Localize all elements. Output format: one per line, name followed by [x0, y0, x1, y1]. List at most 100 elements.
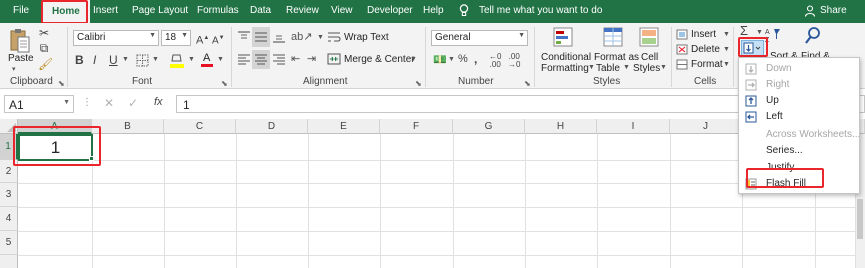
- tab-page-layout[interactable]: Page Layout: [132, 5, 188, 16]
- chevron-down-icon[interactable]: ▼: [448, 56, 455, 63]
- font-dialog-launcher-icon[interactable]: ⬊: [221, 79, 228, 88]
- tab-insert[interactable]: Insert: [93, 5, 118, 16]
- clipboard-dialog-launcher-icon[interactable]: ⬊: [58, 79, 65, 88]
- number-format-combo[interactable]: General ▼: [431, 30, 528, 46]
- format-as-table-button[interactable]: Format as: [594, 52, 639, 63]
- cancel-entry-icon[interactable]: ✕: [104, 96, 114, 110]
- alignment-dialog-launcher-icon[interactable]: ⬊: [415, 79, 422, 88]
- decrease-font-icon[interactable]: A▼: [212, 31, 225, 48]
- paste-button[interactable]: Paste: [8, 53, 34, 64]
- fill-button[interactable]: [741, 40, 764, 56]
- tab-developer[interactable]: Developer: [367, 5, 413, 16]
- row-header-6[interactable]: [0, 255, 18, 268]
- column-header-g[interactable]: G: [453, 119, 525, 134]
- name-box[interactable]: A1 ▼: [4, 95, 74, 113]
- column-header-f[interactable]: F: [380, 119, 453, 134]
- conditional-formatting-button[interactable]: Conditional: [541, 52, 591, 63]
- tab-data[interactable]: Data: [250, 5, 271, 16]
- align-center-button[interactable]: [252, 50, 270, 69]
- tab-file[interactable]: File: [13, 5, 29, 16]
- bold-icon[interactable]: B: [75, 53, 84, 67]
- autosum-icon[interactable]: Σ: [740, 24, 748, 38]
- italic-icon[interactable]: I: [93, 53, 96, 67]
- chevron-down-icon[interactable]: ▼: [660, 64, 667, 71]
- sort-filter-icon[interactable]: AZ: [764, 26, 782, 46]
- decrease-decimal-icon[interactable]: .00 →0: [508, 53, 520, 69]
- format-painter-icon[interactable]: 🖌: [38, 57, 53, 71]
- font-name-combo[interactable]: Calibri ▼: [73, 30, 159, 46]
- increase-decimal-icon[interactable]: ←0.00: [489, 53, 501, 69]
- font-size-combo[interactable]: 18 ▼: [161, 30, 191, 46]
- column-header-c[interactable]: C: [164, 119, 236, 134]
- row-header-4[interactable]: 4: [0, 207, 18, 231]
- formula-bar-handle-icon[interactable]: ⋮: [82, 97, 92, 108]
- chevron-down-icon[interactable]: ▼: [723, 31, 730, 38]
- scrollbar-thumb[interactable]: [857, 199, 863, 239]
- underline-icon[interactable]: U: [109, 53, 118, 67]
- align-middle-button[interactable]: [252, 27, 270, 47]
- comma-style-icon[interactable]: ,: [474, 52, 477, 66]
- cut-icon[interactable]: ✂: [38, 26, 50, 40]
- select-all-button[interactable]: [0, 119, 18, 134]
- orientation-icon[interactable]: ab↗: [291, 30, 312, 44]
- menu-item-fill-down[interactable]: Down: [739, 61, 859, 77]
- format-as-table-icon[interactable]: [603, 27, 623, 47]
- tab-view[interactable]: View: [331, 5, 353, 16]
- accounting-format-icon[interactable]: 💵: [433, 53, 447, 67]
- find-select-icon[interactable]: [804, 26, 822, 46]
- chevron-down-icon[interactable]: ▼: [122, 56, 129, 63]
- chevron-down-icon[interactable]: ▼: [217, 56, 224, 63]
- cell-styles-button-line2[interactable]: Styles: [633, 63, 660, 74]
- column-header-h[interactable]: H: [525, 119, 597, 134]
- column-header-b[interactable]: B: [92, 119, 164, 134]
- cell-styles-button[interactable]: Cell: [641, 52, 658, 63]
- column-header-e[interactable]: E: [308, 119, 380, 134]
- menu-item-across-worksheets[interactable]: Across Worksheets...: [739, 127, 860, 143]
- increase-indent-icon[interactable]: ⇥: [307, 52, 316, 66]
- row-header-5[interactable]: 5: [0, 231, 18, 255]
- share-button[interactable]: Share: [820, 5, 847, 16]
- align-bottom-icon[interactable]: [272, 31, 286, 43]
- chevron-down-icon[interactable]: ▼: [188, 56, 195, 63]
- chevron-down-icon[interactable]: ▼: [723, 61, 730, 68]
- chevron-down-icon[interactable]: ▼: [723, 46, 730, 53]
- font-color-icon[interactable]: A: [201, 52, 213, 68]
- fill-handle[interactable]: [89, 156, 94, 161]
- row-header-1[interactable]: 1: [0, 134, 18, 160]
- percent-style-icon[interactable]: %: [458, 52, 468, 66]
- paste-dropdown-chevron-icon[interactable]: ▾: [12, 64, 16, 75]
- align-top-icon[interactable]: [237, 31, 251, 43]
- cell-a1[interactable]: 1: [18, 134, 93, 161]
- worksheet-grid[interactable]: A B C D E F G H I J 1 2 3 4 5 1: [0, 119, 865, 268]
- merge-center-button[interactable]: Merge & Center: [344, 54, 415, 65]
- column-header-j[interactable]: J: [670, 119, 742, 134]
- menu-item-flash-fill[interactable]: Flash Fill: [739, 176, 859, 192]
- decrease-indent-icon[interactable]: ⇤: [291, 52, 300, 66]
- column-header-i[interactable]: I: [597, 119, 670, 134]
- chevron-down-icon[interactable]: ▼: [756, 29, 763, 36]
- conditional-formatting-icon[interactable]: [553, 27, 573, 47]
- row-header-2[interactable]: 2: [0, 160, 18, 183]
- tell-me-search[interactable]: Tell me what you want to do: [479, 5, 602, 16]
- increase-font-icon[interactable]: A▲: [196, 31, 209, 48]
- cell-styles-icon[interactable]: [639, 27, 659, 47]
- format-as-table-button-line2[interactable]: Table: [596, 63, 620, 74]
- column-header-a[interactable]: A: [18, 119, 92, 134]
- chevron-down-icon[interactable]: ▼: [410, 56, 417, 63]
- format-cells-button[interactable]: Format: [691, 59, 723, 70]
- align-left-icon[interactable]: [237, 53, 251, 65]
- chevron-down-icon[interactable]: ▼: [317, 34, 324, 41]
- menu-item-fill-up[interactable]: Up: [739, 93, 859, 109]
- menu-item-series[interactable]: Series...: [739, 143, 859, 159]
- conditional-formatting-button-line2[interactable]: Formatting: [541, 63, 589, 74]
- chevron-down-icon[interactable]: ▼: [152, 56, 159, 63]
- menu-item-justify[interactable]: Justify: [739, 160, 859, 176]
- tab-formulas[interactable]: Formulas: [197, 5, 239, 16]
- align-right-icon[interactable]: [272, 53, 286, 65]
- chevron-down-icon[interactable]: ▼: [623, 64, 630, 71]
- chevron-down-icon[interactable]: ▼: [588, 64, 595, 71]
- row-header-3[interactable]: 3: [0, 183, 18, 207]
- copy-icon[interactable]: ⧉: [38, 41, 50, 55]
- delete-cells-button[interactable]: Delete: [691, 44, 720, 55]
- insert-cells-button[interactable]: Insert: [691, 29, 716, 40]
